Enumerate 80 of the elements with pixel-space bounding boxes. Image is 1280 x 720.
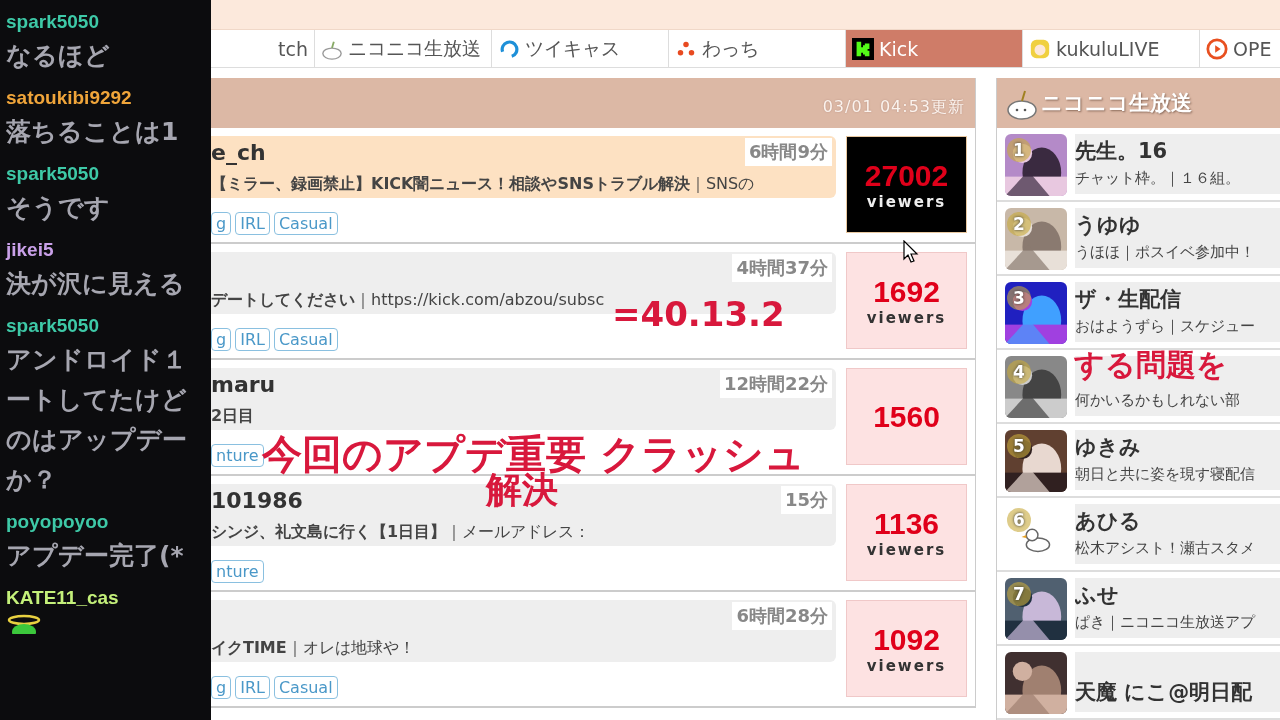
viewer-count-box[interactable]: 1092 viewers [846,600,967,697]
program-title: おはようずら｜スケジュー [1075,317,1255,336]
program-title: 朝日と共に姿を現す寝配信 [1075,465,1255,484]
viewers-label: viewers [866,192,947,211]
rank-badge: 4 [1007,360,1031,384]
viewer-count-box[interactable]: 1692 viewers [846,252,967,349]
mouse-cursor-icon [903,240,919,264]
channel-name[interactable]: うゆゆ [1075,211,1141,239]
chat-username: spark5050 [6,10,99,34]
streamer-name: maru [211,372,276,397]
viewers-label: viewers [866,308,947,327]
rank-badge: 1 [1007,138,1031,162]
rank-badge: 2 [1007,212,1031,236]
chat-message: ートしてたけど [6,384,187,416]
kick-logo-icon [852,37,874,60]
chat-message: アンドロイド１ [6,344,187,376]
play-icon [1206,37,1228,60]
rank-badge: 6 [1007,508,1031,532]
stream-title: 【ミラー、録画禁止】KICK闇ニュース！相談やSNSトラブル解決｜SNSの [211,174,756,195]
streamer-name: 101986 [211,488,303,513]
chat-message: 決が沢に見える [6,268,185,300]
rank-badge: 5 [1007,434,1031,458]
viewer-count: 1136 [873,506,940,541]
chat-message: のはアップデー [6,424,187,456]
channel-name[interactable]: ふせ [1075,581,1119,609]
chat-message: なるほど [6,40,110,72]
chat-username: jikei5 [6,238,54,262]
rank-badge: 7 [1007,582,1031,606]
swirl-icon [498,37,520,60]
viewer-count-box[interactable]: 1136 viewers [846,484,967,581]
stream-title: イクTIME｜オレは地球や！ [211,638,416,659]
chat-username: spark5050 [6,314,99,338]
stream-info[interactable]: 6時間28分 イクTIME｜オレは地球や！ [211,600,836,662]
site-tab[interactable]: ニコニコ生放送 [315,30,492,67]
site-tab[interactable]: kukuluLIVE [1023,30,1200,67]
viewers-label: viewers [866,540,947,559]
site-tab[interactable]: OPE [1200,30,1280,67]
viewers-label: viewers [866,656,947,675]
stream-title: シンジ、礼文島に行く【1日目】｜メールアドレス： [211,522,592,543]
program-title: チャット枠。｜１６組。 [1075,169,1240,188]
channel-name[interactable]: あひる [1075,507,1141,535]
stream-duration: 6時間28分 [732,602,832,630]
stream-duration: 12時間22分 [719,370,832,398]
viewer-count-box[interactable]: 1560 [846,368,967,465]
emoji-icon [6,614,42,634]
chat-username: spark5050 [6,162,99,186]
stream-info[interactable]: maru 12時間22分 2日目 [211,368,836,430]
stream-title: デートしてください｜https://kick.com/abzou/subsc [211,290,606,311]
stream-info[interactable]: e_ch 6時間9分 【ミラー、録画禁止】KICK闇ニュース！相談やSNSトラブル解決｜SNSの [211,136,836,198]
chat-message: アプデー完了(* [6,540,184,572]
program-title: ぱき｜ニコニコ生放送アプ [1075,613,1255,632]
chat-message: そうです [6,192,110,224]
stream-title: 2日目 [211,406,256,427]
site-tab[interactable]: ツイキャス [492,30,669,67]
stream-duration: 6時間9分 [744,138,832,166]
stream-duration: 4時間37分 [732,254,832,282]
program-title: 何かいるかもしれない部 [1075,391,1240,410]
viewer-count: 27002 [864,158,949,193]
site-tab[interactable]: tch [211,30,315,67]
channel-name[interactable]: ゆきみ [1075,433,1141,461]
chat-message: か？ [6,464,57,496]
handwritten-note: する問題を [1074,348,1227,381]
program-title: うほほ｜ポスイベ参加中！ [1075,243,1255,262]
channel-name[interactable]: ザ・生配信 [1075,285,1181,313]
chat-username: KATE11_cas [6,586,119,610]
streamer-name: e_ch [211,140,266,165]
section-title: ニコニコ生放送 [1041,90,1192,117]
program-title: 松木アシスト！瀬古スタメ [1075,539,1255,558]
stream-duration: 15分 [780,486,832,514]
channel-name[interactable]: 先生。16 [1075,137,1168,165]
chat-message: 落ちることは1 [6,116,179,148]
viewer-count: 1692 [873,274,940,309]
character-icon [1029,37,1051,60]
updated-time: 03/01 04:53更新 [822,97,965,118]
chat-username: poyopoyoo [6,510,109,534]
viewer-count: 1560 [873,399,940,434]
chat-username: satoukibi9292 [6,86,132,110]
viewer-count-box[interactable]: 27002 viewers [846,136,967,233]
rank-badge: 3 [1007,286,1031,310]
viewer-count: 1092 [873,622,940,657]
